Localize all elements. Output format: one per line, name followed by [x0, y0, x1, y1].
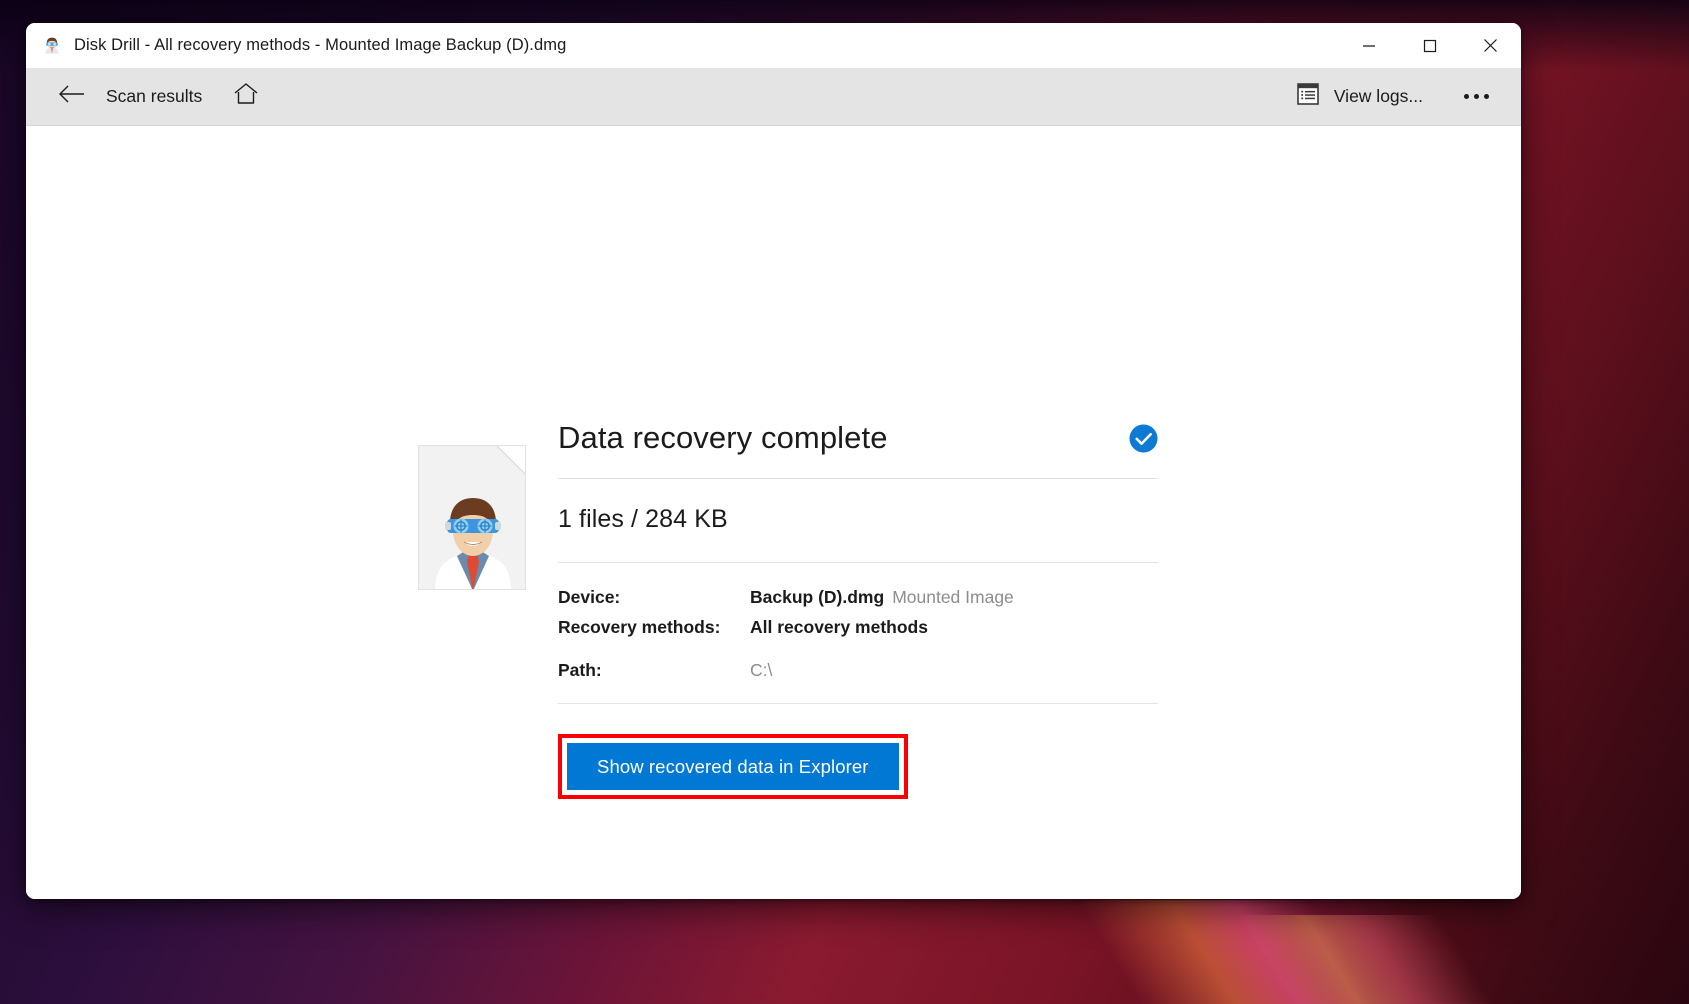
detail-value-suffix: Mounted Image: [892, 587, 1014, 607]
detail-label: Device:: [558, 587, 621, 607]
recovery-result-block: Data recovery complete 1 files / 284 KB …: [418, 420, 1158, 800]
app-window: Disk Drill - All recovery methods - Moun…: [26, 23, 1521, 899]
document-technician-illustration: [418, 445, 526, 590]
ellipsis-dot: [1473, 94, 1479, 99]
ellipsis-dot: [1463, 94, 1469, 99]
minimize-icon[interactable]: [1338, 23, 1399, 68]
window-title: Disk Drill - All recovery methods - Moun…: [74, 36, 567, 54]
window-controls: [1338, 23, 1521, 68]
page-title: Data recovery complete: [558, 420, 888, 455]
detail-row-recovery-methods: Recovery methods: All recovery methods: [558, 617, 1158, 638]
view-logs-button[interactable]: View logs...: [1288, 76, 1431, 117]
title-bar: Disk Drill - All recovery methods - Moun…: [26, 23, 1521, 68]
breadcrumb-scan-results[interactable]: Scan results: [106, 86, 202, 107]
card-actions: Show recovered data in Explorer: [558, 704, 1158, 800]
result-card-header: Data recovery complete: [558, 420, 1158, 478]
more-options-button[interactable]: [1453, 78, 1499, 116]
annotation-highlight: Show recovered data in Explorer: [558, 734, 908, 800]
wallpaper-streak-secondary: [1120, 915, 1680, 1004]
toolbar-right: View logs...: [1288, 76, 1499, 117]
detail-label: Path:: [558, 660, 602, 680]
view-logs-label: View logs...: [1333, 86, 1423, 106]
home-button[interactable]: [226, 77, 266, 117]
detail-row-path: Path: C:\: [558, 660, 1158, 681]
detail-row-device: Device: Backup (D).dmg Mounted Image: [558, 587, 1158, 608]
result-card: Data recovery complete 1 files / 284 KB …: [558, 420, 1158, 800]
detail-value: Backup (D).dmg: [750, 587, 885, 607]
detail-value: All recovery methods: [750, 617, 928, 637]
show-recovered-data-button[interactable]: Show recovered data in Explorer: [567, 743, 899, 791]
recovery-summary: 1 files / 284 KB: [558, 505, 728, 533]
ellipsis-dot: [1483, 94, 1489, 99]
maximize-icon[interactable]: [1399, 23, 1460, 68]
page-fold-line: [496, 446, 525, 475]
check-circle-icon: [1129, 423, 1158, 453]
wallpaper-streak: [1020, 900, 1640, 1004]
document-list-icon: [1296, 82, 1320, 111]
close-icon[interactable]: [1460, 23, 1521, 68]
toolbar: Scan results View logs...: [26, 68, 1521, 126]
title-bar-left: Disk Drill - All recovery methods - Moun…: [26, 36, 566, 56]
detail-value: C:\: [750, 660, 773, 680]
details-list: Device: Backup (D).dmg Mounted Image Rec…: [558, 563, 1158, 703]
content-area: Data recovery complete 1 files / 284 KB …: [26, 126, 1521, 899]
arrow-left-icon: [58, 84, 86, 109]
back-button[interactable]: [52, 77, 92, 117]
disk-drill-technician-icon: [42, 36, 62, 56]
home-icon: [233, 82, 259, 111]
detail-label: Recovery methods:: [558, 617, 721, 637]
